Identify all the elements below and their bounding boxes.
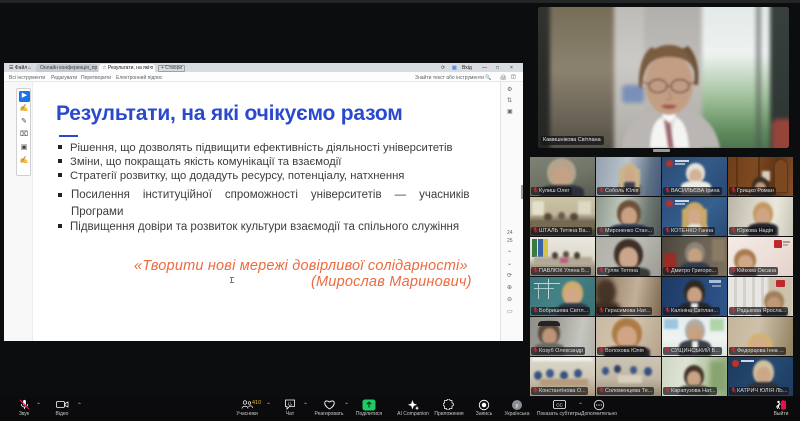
svg-text:y: y xyxy=(516,403,519,409)
svg-text:CC: CC xyxy=(556,403,563,408)
